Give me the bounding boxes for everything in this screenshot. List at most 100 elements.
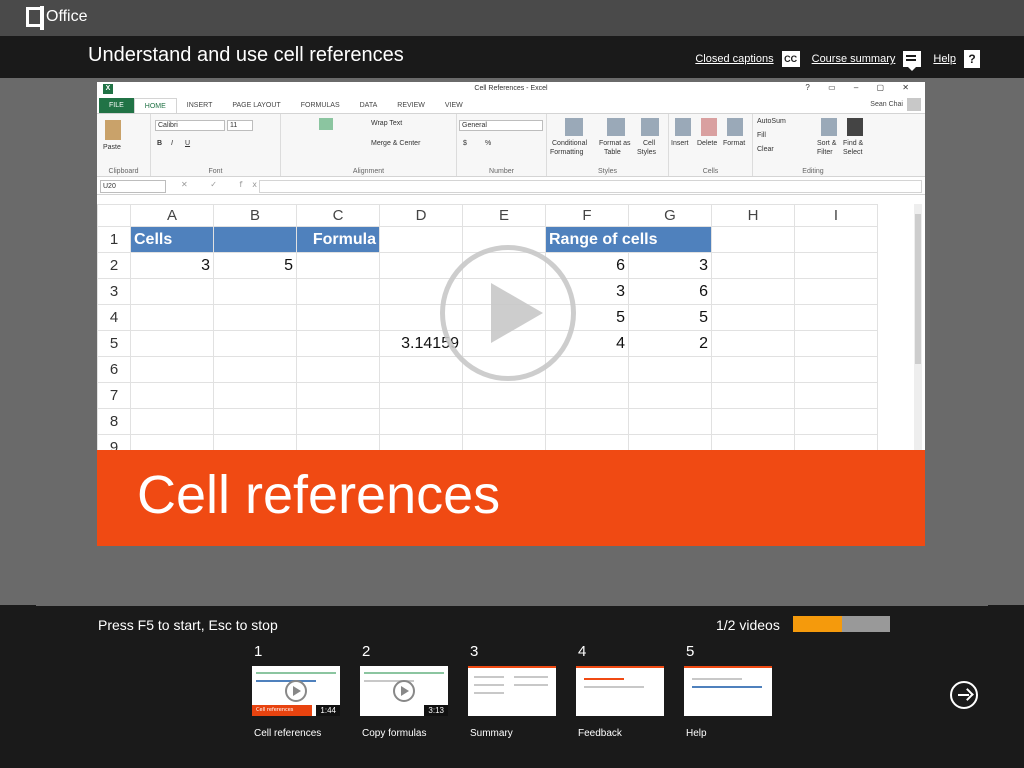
cell-I4	[794, 304, 878, 331]
cell	[379, 408, 463, 435]
cell	[711, 382, 795, 409]
font-name-box: Calibri	[155, 120, 225, 131]
thumb-line	[256, 680, 316, 682]
cell	[213, 382, 297, 409]
cell-B5	[213, 330, 297, 357]
thumb-line	[692, 678, 742, 680]
alignment-group: Wrap Text Merge & Center Alignment	[281, 114, 457, 176]
binoculars-icon	[847, 118, 863, 136]
cell	[794, 382, 878, 409]
cell	[130, 356, 214, 383]
conditional-label: Conditional	[552, 140, 588, 147]
cell	[462, 382, 546, 409]
cell-C2	[296, 252, 380, 279]
styles-label: Styles	[637, 149, 657, 156]
closed-captions-link[interactable]: Closed captions CC	[695, 51, 800, 67]
row-header: 3	[97, 278, 131, 305]
thumb-4[interactable]: 4 Feedback	[576, 643, 666, 739]
course-summary-link[interactable]: Course summary	[812, 51, 922, 71]
filter-label: Filter	[817, 149, 833, 156]
cell	[213, 356, 297, 383]
window-controls: ? ▭ – ▢ ✕	[805, 83, 917, 92]
col-header: I	[794, 204, 878, 227]
cell	[379, 356, 463, 383]
thumb-line	[514, 676, 548, 678]
row-header: 2	[97, 252, 131, 279]
top-links: Closed captions CC Course summary Help ?	[695, 50, 980, 71]
help-link[interactable]: Help ?	[933, 50, 980, 68]
row-header: 7	[97, 382, 131, 409]
thumb-line	[684, 666, 772, 668]
editing-group: AutoSum Fill Clear Sort & Filter Find & …	[753, 114, 873, 176]
thumb-image[interactable]: Cell references 1:44	[252, 666, 340, 716]
thumb-3[interactable]: 3 Summary	[468, 643, 558, 739]
course-title-bar: Understand and use cell references Close…	[0, 36, 1024, 78]
thumb-image[interactable]	[576, 666, 664, 716]
ribbon-tabs: FILE HOME INSERT PAGE LAYOUT FORMULAS DA…	[97, 96, 925, 113]
cell	[628, 382, 712, 409]
cell-G5: 2	[628, 330, 712, 357]
row-header: 8	[97, 408, 131, 435]
cell-G3: 6	[628, 278, 712, 305]
thumb-label: Summary	[470, 728, 513, 739]
format-table-icon	[607, 118, 625, 136]
divider	[36, 605, 988, 606]
cell-B3	[213, 278, 297, 305]
play-button[interactable]	[440, 245, 576, 381]
clipboard-group-label: Clipboard	[108, 168, 139, 175]
format-icon	[727, 118, 743, 136]
thumb-line	[576, 666, 664, 668]
cell-G4: 5	[628, 304, 712, 331]
cell-D1	[379, 226, 463, 253]
thumb-line	[584, 678, 624, 680]
thumb-image[interactable]: 3:13	[360, 666, 448, 716]
cell-C1: Formula	[296, 226, 380, 253]
avatar	[907, 98, 921, 111]
formula-input	[259, 180, 922, 193]
excel-doc-title: Cell References - Excel	[474, 85, 548, 92]
corner-cell	[97, 204, 131, 227]
cell-F1: Range of cells	[545, 226, 712, 253]
tab-formulas: FORMULAS	[300, 102, 340, 109]
col-header: D	[379, 204, 463, 227]
thumb-label: Copy formulas	[362, 728, 427, 739]
paste-icon	[105, 120, 121, 140]
office-icon	[26, 6, 44, 30]
formatting-label: Formatting	[550, 149, 584, 156]
find-label: Find &	[843, 140, 864, 147]
cell	[545, 356, 629, 383]
wrap-text-label: Wrap Text	[371, 120, 403, 127]
cell-H2	[711, 252, 795, 279]
next-arrow-button[interactable]	[950, 681, 978, 709]
number-group-label: Number	[489, 168, 514, 175]
thumb-number: 3	[470, 643, 479, 660]
progress-bar	[793, 616, 890, 632]
video-player[interactable]: X Cell References - Excel ? ▭ – ▢ ✕ FILE…	[97, 82, 925, 546]
thumb-image[interactable]	[684, 666, 772, 716]
editing-group-label: Editing	[802, 168, 824, 175]
formula-bar: U20 ✕ ✓ fx	[97, 177, 925, 195]
tab-data: DATA	[359, 102, 378, 109]
video-count: 1/2 videos	[716, 617, 780, 633]
currency-label: $	[463, 140, 467, 147]
cell-H5	[711, 330, 795, 357]
thumb-1[interactable]: 1 Cell references 1:44 Cell references	[252, 643, 342, 739]
thumb-5[interactable]: 5 Help	[684, 643, 774, 739]
autosum-label: AutoSum	[757, 118, 786, 125]
thumb-image[interactable]	[468, 666, 556, 716]
cell	[711, 356, 795, 383]
thumb-duration: 1:44	[316, 705, 340, 716]
cell	[545, 382, 629, 409]
clear-label: Clear	[757, 146, 774, 153]
vertical-scrollbar	[914, 204, 922, 454]
thumb-2[interactable]: 2 3:13 Copy formulas	[360, 643, 450, 739]
office-logo[interactable]: Office	[26, 6, 88, 30]
banner-title: Cell references	[137, 465, 501, 525]
conditional-formatting-icon	[565, 118, 583, 136]
delete-label: Delete	[697, 140, 718, 147]
name-box: U20	[100, 180, 166, 193]
thumb-line	[584, 686, 644, 688]
thumb-duration: 3:13	[424, 705, 448, 716]
cell-A3	[130, 278, 214, 305]
row-header: 5	[97, 330, 131, 357]
